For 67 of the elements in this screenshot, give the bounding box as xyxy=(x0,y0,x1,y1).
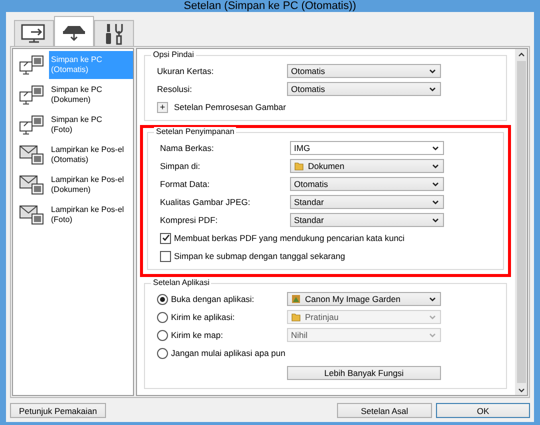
caret-icon xyxy=(429,296,436,302)
group-title: Setelan Aplikasi xyxy=(151,278,212,287)
checkbox[interactable] xyxy=(160,250,171,262)
mail-icon xyxy=(19,144,45,166)
tab[interactable] xyxy=(14,20,54,46)
field-label: Resolusi: xyxy=(157,84,193,94)
tab[interactable] xyxy=(54,16,94,46)
caret-icon xyxy=(429,68,436,74)
help-button[interactable]: Petunjuk Pemakaian xyxy=(10,403,106,418)
checkbox[interactable] xyxy=(160,232,171,244)
radio-label: Kirim ke map: xyxy=(171,330,223,340)
field-label: Simpan di: xyxy=(160,161,202,171)
folder-icon xyxy=(294,161,304,171)
dropdown[interactable]: Standar xyxy=(290,195,444,209)
radio-button[interactable] xyxy=(157,294,168,304)
mail-icon xyxy=(19,174,45,196)
caret-icon xyxy=(432,182,439,186)
expander-label: Setelan Pemrosesan Gambar xyxy=(174,102,286,112)
tab[interactable] xyxy=(94,20,134,46)
group-title: Setelan Penyimpanan xyxy=(154,127,236,136)
folder-icon xyxy=(291,312,301,322)
dropdown[interactable]: Standar xyxy=(290,213,444,227)
window-title: Setelan (Simpan ke PC (Otomatis)) xyxy=(184,0,356,12)
computer-icon xyxy=(19,54,45,76)
caret-icon xyxy=(432,218,439,222)
checkbox-label: Membuat berkas PDF yang mendukung pencarian kata kunci xyxy=(174,233,405,243)
app-icon xyxy=(291,294,301,304)
caret-icon xyxy=(429,332,436,338)
radio-button[interactable] xyxy=(157,348,168,358)
computer-icon xyxy=(19,84,45,106)
sidebar-item[interactable]: Simpan ke PC (Dokumen) xyxy=(49,81,133,109)
expand-button[interactable]: + xyxy=(157,102,168,112)
group-title: Opsi Pindai xyxy=(151,50,196,59)
sidebar-item[interactable]: Lampirkan ke Pos-el (Foto) xyxy=(49,201,133,229)
scrollbar[interactable] xyxy=(515,49,527,395)
sidebar-item[interactable]: Lampirkan ke Pos-el (Dokumen) xyxy=(49,171,133,199)
checkbox-label: Simpan ke submap dengan tanggal sekarang xyxy=(174,251,346,261)
more-functions-button[interactable]: Lebih Banyak Fungsi xyxy=(287,366,441,380)
monitor-icon xyxy=(21,24,47,44)
dropdown[interactable]: Canon My Image Garden xyxy=(287,292,441,306)
caret-icon xyxy=(432,200,439,204)
sidebar-item[interactable]: Lampirkan ke Pos-el (Otomatis) xyxy=(49,141,133,169)
field-label: Kompresi PDF: xyxy=(160,215,219,225)
caret-icon xyxy=(432,146,439,150)
scroll-up-icon[interactable] xyxy=(518,52,524,56)
radio-label: Buka dengan aplikasi: xyxy=(171,294,254,304)
caret-icon xyxy=(429,314,436,320)
defaults-button[interactable]: Setelan Asal xyxy=(337,403,432,418)
ok-button[interactable]: OK xyxy=(436,403,530,418)
field-label: Format Data: xyxy=(160,179,211,189)
scroll-down-icon[interactable] xyxy=(518,388,524,392)
caret-icon xyxy=(429,86,436,92)
dropdown[interactable]: Dokumen xyxy=(290,159,444,173)
tools-icon xyxy=(103,22,125,44)
dropdown[interactable]: IMG xyxy=(290,141,444,155)
mail-icon xyxy=(19,204,45,226)
field-label: Ukuran Kertas: xyxy=(157,66,215,76)
field-label: Nama Berkas: xyxy=(160,143,215,153)
field-label: Kualitas Gambar JPEG: xyxy=(160,197,252,207)
radio-label: Kirim ke aplikasi: xyxy=(171,312,235,322)
caret-icon xyxy=(432,164,439,168)
sidebar-item[interactable]: Simpan ke PC (Foto) xyxy=(49,111,133,139)
dropdown[interactable]: Otomatis xyxy=(287,64,441,78)
dropdown[interactable]: Otomatis xyxy=(287,82,441,96)
dropdown[interactable]: Otomatis xyxy=(290,177,444,191)
computer-icon xyxy=(19,114,45,136)
radio-label: Jangan mulai aplikasi apa pun xyxy=(171,348,286,358)
